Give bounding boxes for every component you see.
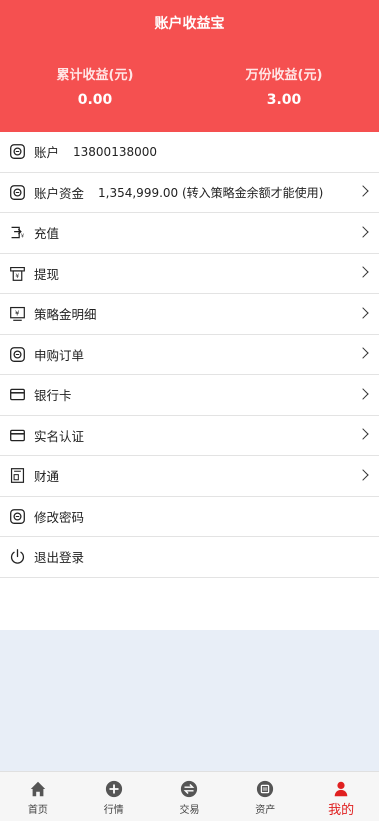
chevron-right-icon (357, 388, 369, 400)
card-icon (8, 426, 26, 444)
tab-trade[interactable]: 交易 (152, 772, 228, 821)
tab-home[interactable]: 首页 (0, 772, 76, 821)
account-funds-value: 1,354,999.00 (转入策略金余额才能使用) (98, 185, 324, 200)
svg-text:¥: ¥ (15, 273, 19, 280)
cumulative-earnings: 累计收益(元) 0.00 (0, 64, 190, 108)
bank-card-row[interactable]: 银行卡 (0, 375, 379, 416)
tab-assets-label: 资产 (255, 805, 276, 816)
menu-list: 账户 13800138000 账户资金 1,354,999.00 (转入策略金余… (0, 132, 379, 630)
home-icon (29, 780, 47, 798)
bottom-tab-bar: 首页 行情 交易 资产 我的 (0, 771, 379, 821)
caitong-row[interactable]: 财通 (0, 456, 379, 497)
chevron-right-icon (357, 428, 369, 440)
exchange-icon (180, 780, 198, 798)
per-10k-earnings-label: 万份收益(元) (245, 68, 323, 83)
svg-text:¥: ¥ (14, 310, 19, 318)
chevron-right-icon (357, 469, 369, 481)
bank-card-label: 银行卡 (34, 388, 72, 404)
withdraw-label: 提现 (34, 266, 60, 282)
strategy-detail-label: 策略金明细 (34, 307, 97, 323)
per-10k-earnings-value: 3.00 (266, 92, 302, 108)
logout-label: 退出登录 (34, 550, 85, 566)
wallet-icon (8, 183, 26, 201)
account-funds-label: 账户资金 (34, 185, 85, 201)
chevron-right-icon (357, 266, 369, 278)
change-password-label: 修改密码 (34, 509, 85, 525)
lock-icon (8, 507, 26, 525)
card-icon (8, 386, 26, 404)
plus-circle-icon (105, 780, 123, 798)
account-row: 账户 13800138000 (0, 132, 379, 173)
tab-mine-label: 我的 (328, 803, 355, 818)
tab-trade-label: 交易 (179, 805, 200, 816)
account-value: 13800138000 (73, 144, 157, 159)
withdraw-icon: ¥ (8, 264, 26, 282)
tab-market-label: 行情 (103, 805, 124, 816)
chevron-right-icon (357, 347, 369, 359)
tab-assets[interactable]: 资产 (227, 772, 303, 821)
tab-home-label: 首页 (27, 805, 48, 816)
chevron-right-icon (357, 307, 369, 319)
subscription-orders-label: 申购订单 (34, 347, 85, 363)
account-label: 账户 (34, 145, 60, 161)
order-icon (8, 345, 26, 363)
wallet-icon (8, 143, 26, 161)
header: 账户收益宝 累计收益(元) 0.00 万份收益(元) 3.00 (0, 0, 379, 132)
chevron-right-icon (357, 185, 369, 197)
real-name-auth-row[interactable]: 实名认证 (0, 416, 379, 456)
power-icon (8, 548, 26, 566)
user-icon (332, 780, 350, 798)
per-10k-earnings: 万份收益(元) 3.00 (189, 64, 379, 108)
cumulative-earnings-value: 0.00 (77, 92, 113, 108)
strategy-detail-row[interactable]: ¥ 策略金明细 (0, 294, 379, 335)
tab-market[interactable]: 行情 (76, 772, 152, 821)
recharge-row[interactable]: ¥ 充值 (0, 213, 379, 254)
chevron-right-icon (357, 226, 369, 238)
tab-mine[interactable]: 我的 (303, 772, 379, 821)
document-icon (8, 467, 26, 485)
assets-icon (256, 780, 274, 798)
real-name-auth-label: 实名认证 (34, 428, 85, 444)
recharge-icon: ¥ (8, 224, 26, 242)
page-title: 账户收益宝 (154, 16, 225, 32)
bill-icon: ¥ (8, 305, 26, 323)
subscription-orders-row[interactable]: 申购订单 (0, 335, 379, 375)
change-password-row[interactable]: 修改密码 (0, 497, 379, 537)
caitong-label: 财通 (34, 469, 60, 485)
recharge-label: 充值 (34, 226, 60, 242)
cumulative-earnings-label: 累计收益(元) (56, 68, 134, 83)
svg-text:¥: ¥ (20, 234, 24, 240)
withdraw-row[interactable]: ¥ 提现 (0, 254, 379, 294)
logout-row[interactable]: 退出登录 (0, 537, 379, 578)
account-funds-row[interactable]: 账户资金 1,354,999.00 (转入策略金余额才能使用) (0, 173, 379, 213)
